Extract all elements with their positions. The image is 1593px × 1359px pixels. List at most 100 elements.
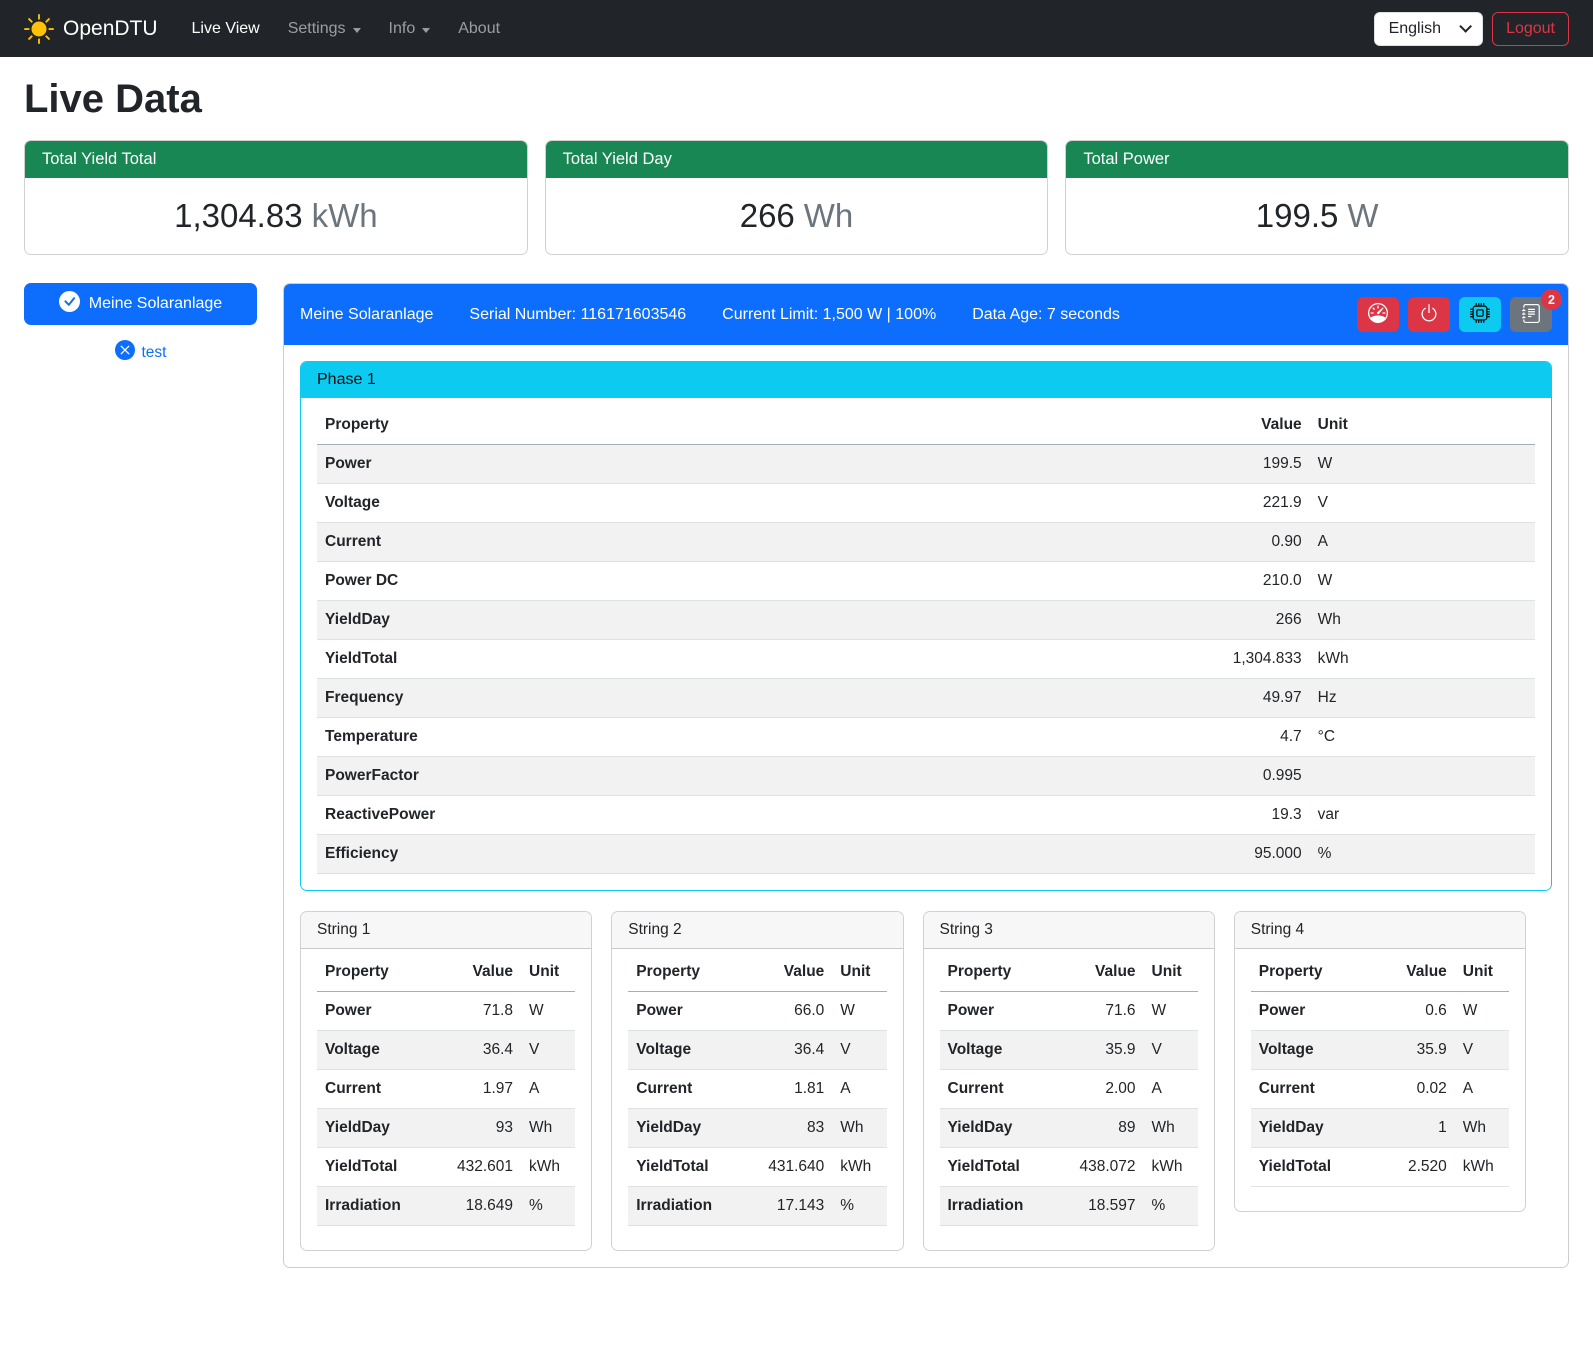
string-card-body: PropertyValueUnitPower66.0WVoltage36.4VC… bbox=[612, 949, 902, 1250]
unit-cell: °C bbox=[1310, 718, 1535, 757]
value-cell: 432.601 bbox=[444, 1148, 521, 1187]
property-cell: Power DC bbox=[317, 562, 1176, 601]
table-row: ReactivePower19.3var bbox=[317, 796, 1535, 835]
value-cell: 1.97 bbox=[444, 1070, 521, 1109]
inverter-select-label: Meine Solaranlage bbox=[89, 295, 222, 313]
summary-card-title: Total Yield Day bbox=[546, 141, 1048, 178]
unit-cell: Wh bbox=[1310, 601, 1535, 640]
inverter-current-limit: Current Limit: 1,500 W | 100% bbox=[722, 306, 936, 324]
cpu-icon bbox=[1470, 303, 1490, 326]
phase-card: Phase 1 PropertyValueUnitPower199.5WVolt… bbox=[300, 361, 1552, 891]
limit-settings-button[interactable] bbox=[1357, 297, 1399, 332]
property-cell: Frequency bbox=[317, 679, 1176, 718]
string-card-title: String 4 bbox=[1235, 912, 1525, 949]
string-card-title: String 1 bbox=[301, 912, 591, 949]
unit-cell: Hz bbox=[1310, 679, 1535, 718]
unit-cell: Wh bbox=[832, 1109, 886, 1148]
table-row: YieldDay1Wh bbox=[1251, 1109, 1509, 1148]
column-header: Value bbox=[1377, 953, 1454, 992]
property-cell: Current bbox=[1251, 1070, 1378, 1109]
string-card-body: PropertyValueUnitPower0.6WVoltage35.9VCu… bbox=[1235, 949, 1525, 1211]
brand-label: OpenDTU bbox=[63, 17, 158, 41]
data-table: PropertyValueUnitPower71.6WVoltage35.9VC… bbox=[940, 953, 1198, 1226]
unit-cell: kWh bbox=[832, 1148, 886, 1187]
value-cell: 66.0 bbox=[755, 992, 832, 1031]
table-header-row: PropertyValueUnit bbox=[628, 953, 886, 992]
table-header-row: PropertyValueUnit bbox=[317, 406, 1535, 445]
table-header-row: PropertyValueUnit bbox=[1251, 953, 1509, 992]
table-row: Power66.0W bbox=[628, 992, 886, 1031]
nav-menu: Live View Settings Info About bbox=[178, 12, 515, 46]
property-cell: Irradiation bbox=[628, 1187, 755, 1226]
column-header: Property bbox=[317, 953, 444, 992]
value-cell: 36.4 bbox=[755, 1031, 832, 1070]
unit-cell: % bbox=[832, 1187, 886, 1226]
unit-cell: A bbox=[1310, 523, 1535, 562]
inverter-select-button[interactable]: Meine Solaranlage bbox=[24, 283, 257, 325]
column-header: Value bbox=[444, 953, 521, 992]
value-cell: 19.3 bbox=[1176, 796, 1310, 835]
nav-item-label: Info bbox=[389, 20, 416, 38]
inverter-panel-body: Phase 1 PropertyValueUnitPower199.5WVolt… bbox=[284, 345, 1568, 1267]
unit-cell: A bbox=[832, 1070, 886, 1109]
property-cell: YieldTotal bbox=[628, 1148, 755, 1187]
nav-item-info[interactable]: Info bbox=[375, 12, 445, 46]
column-header: Unit bbox=[521, 953, 575, 992]
table-row: Power71.6W bbox=[940, 992, 1198, 1031]
event-log-button[interactable]: 2 bbox=[1510, 297, 1552, 332]
inverter-item-test[interactable]: test bbox=[24, 340, 257, 365]
table-row: Voltage36.4V bbox=[317, 1031, 575, 1070]
string-card-body: PropertyValueUnitPower71.8WVoltage36.4VC… bbox=[301, 949, 591, 1250]
summary-card-unit: W bbox=[1347, 197, 1378, 234]
table-row: Current0.90A bbox=[317, 523, 1535, 562]
device-info-button[interactable] bbox=[1459, 297, 1501, 332]
property-cell: Voltage bbox=[317, 1031, 444, 1070]
table-row: YieldTotal438.072kWh bbox=[940, 1148, 1198, 1187]
unit-cell bbox=[1310, 757, 1535, 796]
unit-cell: V bbox=[1455, 1031, 1509, 1070]
column-header: Unit bbox=[1144, 953, 1198, 992]
string-card: String 4PropertyValueUnitPower0.6WVoltag… bbox=[1234, 911, 1526, 1212]
table-row: Power199.5W bbox=[317, 445, 1535, 484]
power-toggle-button[interactable] bbox=[1408, 297, 1450, 332]
event-count-badge: 2 bbox=[1541, 289, 1562, 310]
brand[interactable]: OpenDTU bbox=[24, 14, 158, 44]
value-cell: 221.9 bbox=[1176, 484, 1310, 523]
phase-table-slot: PropertyValueUnitPower199.5WVoltage221.9… bbox=[301, 398, 1551, 890]
check-circle-icon bbox=[59, 291, 80, 317]
property-cell: YieldTotal bbox=[317, 640, 1176, 679]
property-cell: YieldDay bbox=[317, 601, 1176, 640]
column-header: Property bbox=[940, 953, 1067, 992]
table-row: YieldDay89Wh bbox=[940, 1109, 1198, 1148]
value-cell: 199.5 bbox=[1176, 445, 1310, 484]
string-card-body: PropertyValueUnitPower71.6WVoltage35.9VC… bbox=[924, 949, 1214, 1250]
column-header: Property bbox=[317, 406, 1176, 445]
language-select[interactable]: English bbox=[1374, 12, 1483, 46]
table-row: Current1.97A bbox=[317, 1070, 575, 1109]
value-cell: 2.520 bbox=[1377, 1148, 1454, 1187]
logout-button[interactable]: Logout bbox=[1492, 12, 1569, 46]
table-row: YieldDay83Wh bbox=[628, 1109, 886, 1148]
phase-card-title: Phase 1 bbox=[301, 362, 1551, 398]
unit-cell: V bbox=[832, 1031, 886, 1070]
string-card: String 3PropertyValueUnitPower71.6WVolta… bbox=[923, 911, 1215, 1251]
unit-cell: W bbox=[832, 992, 886, 1031]
nav-item-about[interactable]: About bbox=[444, 12, 514, 46]
column-header: Unit bbox=[832, 953, 886, 992]
value-cell: 71.8 bbox=[444, 992, 521, 1031]
property-cell: Efficiency bbox=[317, 835, 1176, 874]
value-cell: 89 bbox=[1066, 1109, 1143, 1148]
nav-item-settings[interactable]: Settings bbox=[274, 12, 375, 46]
nav-item-live-view[interactable]: Live View bbox=[178, 12, 274, 46]
value-cell: 18.597 bbox=[1066, 1187, 1143, 1226]
value-cell: 35.9 bbox=[1066, 1031, 1143, 1070]
table-row: Voltage221.9V bbox=[317, 484, 1535, 523]
summary-card-value: 199.5 bbox=[1256, 197, 1339, 234]
unit-cell: V bbox=[521, 1031, 575, 1070]
unit-cell: kWh bbox=[1455, 1148, 1509, 1187]
value-cell: 0.995 bbox=[1176, 757, 1310, 796]
property-cell: Current bbox=[628, 1070, 755, 1109]
column-header: Value bbox=[755, 953, 832, 992]
table-row: Irradiation18.597% bbox=[940, 1187, 1198, 1226]
summary-card-title: Total Power bbox=[1066, 141, 1568, 178]
